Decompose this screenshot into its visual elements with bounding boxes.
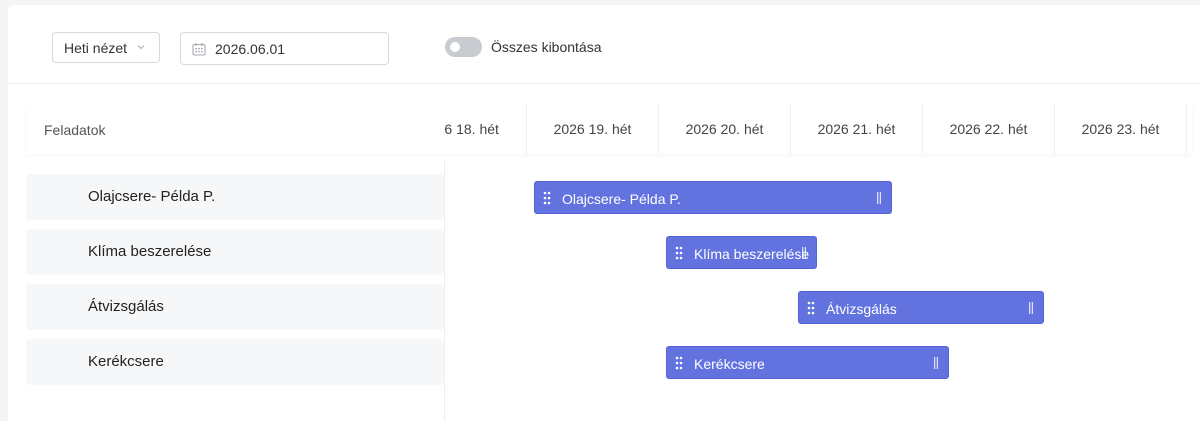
week-header-cell: 2026 20. hét — [658, 104, 790, 154]
task-row[interactable]: Kerékcsere — [26, 339, 444, 385]
gantt-header: Feladatok 2026 18. hét 2026 19. hét 2026… — [26, 104, 1192, 154]
chevron-down-icon — [137, 45, 145, 50]
date-value: 2026.06.01 — [215, 40, 286, 57]
task-name: Klíma beszerelése — [88, 243, 212, 260]
task-name: Olajcsere- Példa P. — [88, 188, 216, 205]
view-select[interactable]: Heti nézet — [52, 32, 160, 63]
calendar-icon — [192, 42, 206, 56]
drag-grip-icon[interactable] — [675, 246, 683, 260]
week-header-cell: 2026 22. hét — [922, 104, 1054, 154]
week-header-cell: 2026 21. hét — [790, 104, 922, 154]
date-picker-input[interactable]: 2026.06.01 — [180, 32, 389, 65]
task-bar-label: Olajcsere- Példa P. — [562, 191, 681, 207]
drag-grip-icon[interactable] — [675, 356, 683, 370]
expand-all-toggle[interactable] — [445, 37, 482, 57]
toggle-knob — [450, 42, 460, 52]
view-select-value: Heti nézet — [64, 39, 128, 56]
drag-grip-icon[interactable] — [807, 301, 815, 315]
task-name: Átvizsgálás — [88, 298, 164, 315]
task-bar[interactable]: Olajcsere- Példa P. — [534, 181, 892, 214]
week-header-cell: 2026 23. hét — [1054, 104, 1186, 154]
resize-handle-icon[interactable] — [1029, 302, 1033, 314]
task-name: Kerékcsere — [88, 353, 164, 370]
resize-handle-icon[interactable] — [802, 247, 806, 259]
task-row[interactable]: Olajcsere- Példa P. — [26, 174, 444, 220]
week-header-divider — [1186, 104, 1192, 154]
task-row[interactable]: Klíma beszerelése — [26, 229, 444, 275]
expand-all-label: Összes kibontása — [491, 39, 602, 55]
tasks-column-header: Feladatok — [44, 122, 106, 138]
resize-handle-icon[interactable] — [934, 357, 938, 369]
task-bar[interactable]: Klíma beszerelése — [666, 236, 817, 269]
week-header-cell: 2026 19. hét — [526, 104, 658, 154]
timeline-divider — [444, 160, 445, 421]
task-bar-label: Klíma beszerelése — [694, 246, 810, 262]
task-bar-label: Átvizsgálás — [826, 301, 897, 317]
task-bar[interactable]: Kerékcsere — [666, 346, 949, 379]
task-row[interactable]: Átvizsgálás — [26, 284, 444, 330]
drag-grip-icon[interactable] — [543, 191, 551, 205]
week-header-cell: 2026 18. hét — [444, 121, 499, 137]
toolbar: Heti nézet 2026.06.01 Összes kibontása — [8, 5, 1200, 84]
task-bar[interactable]: Átvizsgálás — [798, 291, 1044, 324]
task-bar-label: Kerékcsere — [694, 356, 765, 372]
week-header: 2026 18. hét 2026 19. hét 2026 20. hét 2… — [444, 104, 1192, 154]
resize-handle-icon[interactable] — [877, 192, 881, 204]
